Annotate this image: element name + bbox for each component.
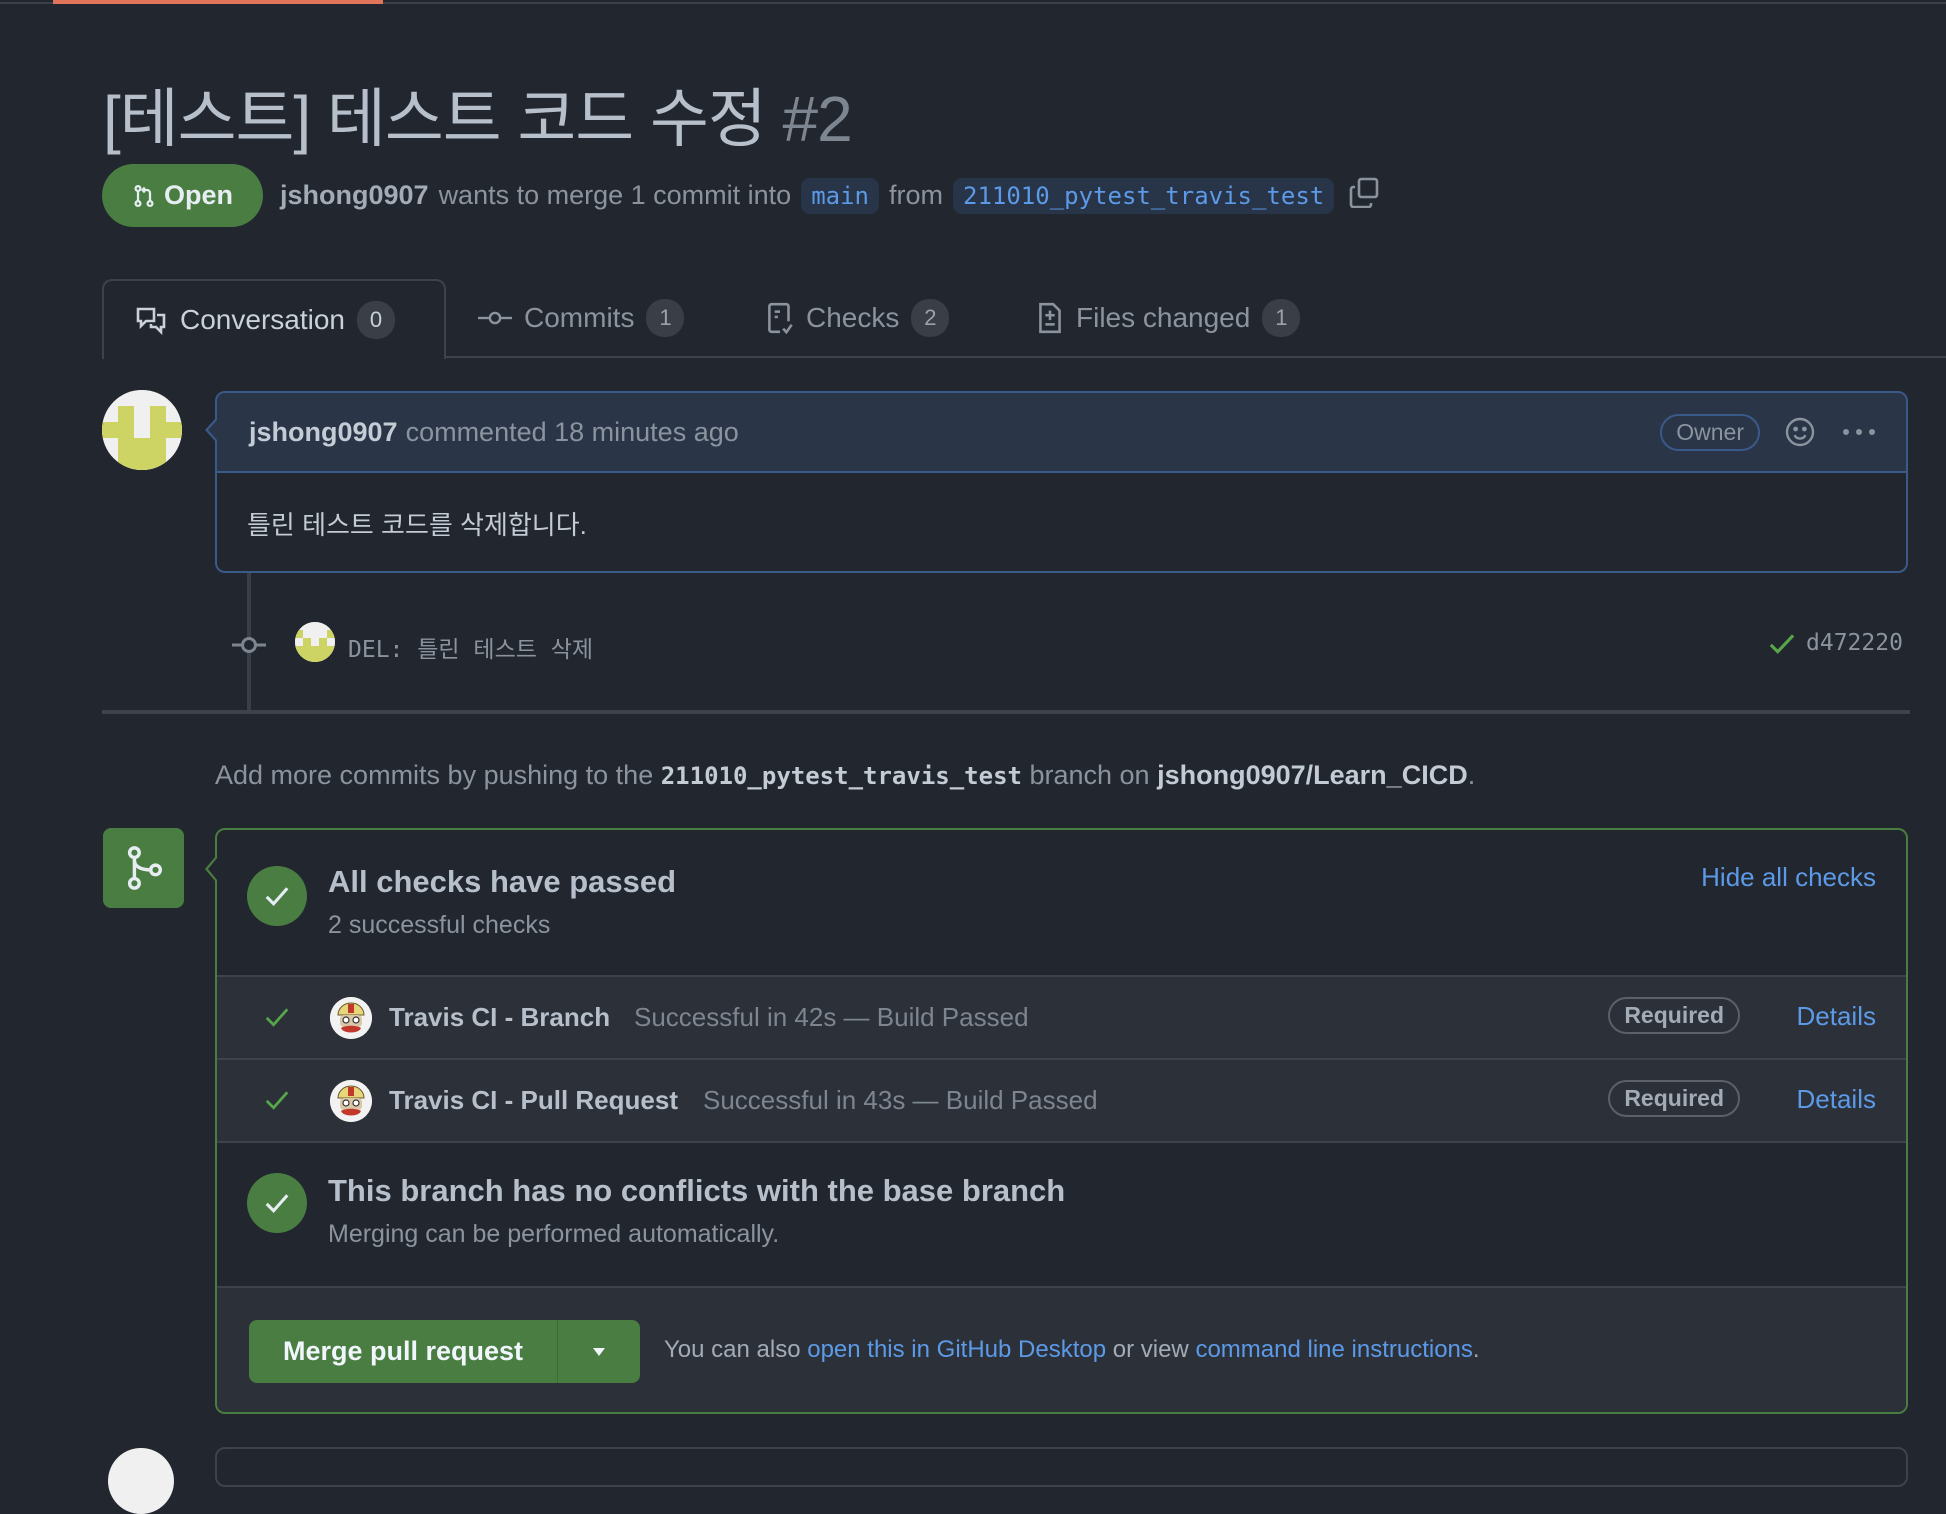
git-commit-icon — [232, 633, 266, 662]
pr-author-link[interactable]: jshong0907 — [280, 180, 429, 211]
check-item: Travis CI - Pull Request Successful in 4… — [217, 1058, 1906, 1141]
comment-body: 틀린 테스트 코드를 삭제합니다. — [247, 510, 587, 540]
merge-alternatives-note: You can also open this in GitHub Desktop… — [664, 1336, 1480, 1364]
merge-options-dropdown[interactable] — [557, 1320, 640, 1383]
next-comment-avatar[interactable] — [108, 1448, 174, 1514]
pr-state-label: Open — [163, 180, 233, 210]
merge-box: All checks have passed 2 successful chec… — [215, 828, 1908, 1414]
merge-actions: Merge pull request You can also open thi… — [217, 1286, 1906, 1412]
travis-ci-logo-icon — [330, 997, 372, 1039]
merge-button-group: Merge pull request — [249, 1320, 641, 1383]
owner-badge: Owner — [1660, 413, 1760, 451]
check-description: Successful in 43s — Build Passed — [703, 1085, 1098, 1115]
check-icon — [263, 1005, 291, 1034]
required-badge: Required — [1608, 1080, 1740, 1117]
conflicts-status: This branch has no conflicts with the ba… — [217, 1141, 1906, 1286]
required-badge: Required — [1608, 997, 1740, 1034]
merge-note-prefix: You can also — [664, 1336, 801, 1363]
tab-label: Checks — [806, 302, 900, 333]
check-details-link[interactable]: Details — [1797, 1001, 1876, 1032]
check-name: Travis CI - Pull Request — [389, 1085, 678, 1115]
tab-counter: 0 — [356, 301, 395, 339]
merge-note-suffix: . — [1472, 1336, 1480, 1363]
checks-caret-fill — [208, 858, 217, 880]
checklist-icon — [768, 302, 793, 335]
pr-meta: jshong0907 wants to merge 1 commit into … — [280, 176, 1380, 215]
from-label: from — [889, 180, 943, 210]
pr-description-comment: jshong0907 commented 18 minutes ago Owne… — [215, 391, 1908, 573]
push-note: Add more commits by pushing to the 21101… — [215, 760, 1475, 791]
tab-counter: 1 — [646, 299, 685, 337]
push-note-suffix: . — [1467, 760, 1476, 790]
active-repo-tab-indicator — [53, 0, 383, 4]
commit-message-link[interactable]: DEL: 틀린 테스트 삭제 — [348, 630, 593, 664]
tab-commits[interactable]: Commits 1 — [478, 279, 685, 357]
timeline-divider — [102, 710, 1910, 714]
tab-label: Conversation — [180, 304, 345, 335]
conflicts-subtitle: Merging can be performed automatically. — [328, 1220, 780, 1248]
pr-number: #2 — [782, 83, 853, 155]
tab-conversation[interactable]: Conversation 0 — [102, 279, 446, 359]
check-icon[interactable] — [1768, 632, 1796, 661]
copy-icon[interactable] — [1348, 176, 1380, 215]
git-pull-request-icon — [134, 184, 154, 207]
check-circle-icon — [247, 866, 307, 926]
merge-note-middle: or view — [1112, 1336, 1189, 1363]
hide-all-checks-link[interactable]: Hide all checks — [1701, 862, 1876, 893]
check-name: Travis CI - Branch — [389, 1002, 611, 1032]
merge-description: wants to merge 1 commit into — [438, 180, 792, 210]
comment-author-link[interactable]: jshong0907 — [249, 417, 398, 448]
git-commit-icon — [478, 311, 512, 325]
check-details-link[interactable]: Details — [1797, 1084, 1876, 1115]
comment-author-avatar[interactable] — [102, 390, 182, 470]
checks-title: All checks have passed — [328, 864, 677, 899]
git-merge-icon — [127, 846, 162, 890]
page-title: [테스트] 테스트 코드 수정 #2 — [103, 68, 853, 160]
merge-status-icon-box — [103, 828, 184, 908]
tab-counter: 1 — [1262, 299, 1301, 337]
triangle-down-icon — [593, 1347, 606, 1356]
merge-pull-request-button[interactable]: Merge pull request — [249, 1320, 557, 1383]
push-note-middle: branch on — [1029, 760, 1150, 790]
comment-timestamp: commented 18 minutes ago — [405, 416, 739, 447]
comment-discussion-icon — [136, 307, 166, 336]
comment-caret-fill — [208, 420, 217, 440]
push-note-branch: 211010_pytest_travis_test — [660, 762, 1022, 790]
check-icon — [263, 1088, 291, 1117]
pr-state-badge: Open — [102, 164, 263, 227]
check-circle-icon — [247, 1173, 307, 1233]
checks-subtitle: 2 successful checks — [328, 911, 551, 939]
tab-label: Commits — [524, 302, 635, 333]
checks-summary: All checks have passed 2 successful chec… — [217, 830, 1906, 975]
file-diff-icon — [1039, 302, 1061, 334]
open-in-github-desktop-link[interactable]: open this in GitHub Desktop — [807, 1336, 1106, 1363]
command-line-instructions-link[interactable]: command line instructions — [1195, 1336, 1472, 1363]
tab-files-changed[interactable]: Files changed 1 — [1036, 279, 1301, 357]
conflicts-title: This branch has no conflicts with the ba… — [328, 1173, 1066, 1208]
push-note-repo: jshong0907/Learn_CICD — [1157, 760, 1468, 790]
commit-sha-link[interactable]: d472220 — [1806, 630, 1903, 656]
pr-title: [테스트] 테스트 코드 수정 — [103, 83, 767, 155]
kebab-horizontal-icon[interactable] — [1842, 427, 1876, 437]
check-item: Travis CI - Branch Successful in 42s — B… — [217, 975, 1906, 1058]
smiley-icon[interactable] — [1784, 416, 1816, 448]
comment-header: jshong0907 commented 18 minutes ago Owne… — [217, 393, 1906, 473]
push-note-prefix: Add more commits by pushing to the — [215, 760, 654, 790]
commit-author-avatar[interactable] — [295, 622, 335, 662]
check-description: Successful in 42s — Build Passed — [634, 1002, 1029, 1032]
tab-checks[interactable]: Checks 2 — [766, 279, 950, 357]
tab-label: Files changed — [1076, 302, 1251, 333]
next-comment-box — [215, 1447, 1908, 1487]
base-branch[interactable]: main — [801, 177, 879, 214]
head-branch[interactable]: 211010_pytest_travis_test — [953, 177, 1335, 214]
tab-counter: 2 — [911, 299, 950, 337]
travis-ci-logo-icon — [330, 1080, 372, 1122]
